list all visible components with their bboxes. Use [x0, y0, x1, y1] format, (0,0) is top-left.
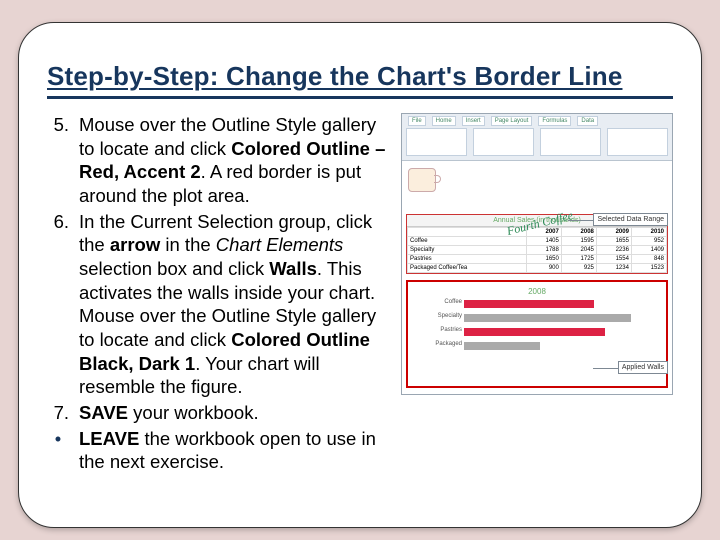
step-7: 7. SAVE your workbook. [47, 401, 393, 425]
step-5: 5. Mouse over the Outline Style gallery … [47, 113, 393, 208]
ribbon: File Home Insert Page Layout Formulas Data [402, 114, 672, 161]
ribbon-tab: File [408, 116, 426, 126]
content-columns: 5. Mouse over the Outline Style gallery … [47, 113, 673, 474]
bullet-body: LEAVE the workbook open to use in the ne… [79, 427, 393, 474]
ribbon-tab: Formulas [538, 116, 571, 126]
figure-column: File Home Insert Page Layout Formulas Data Fo… [401, 113, 673, 474]
callout-data-range: Selected Data Range [593, 213, 668, 226]
step-body: In the Current Selection group, click th… [79, 210, 393, 399]
step-number: 7. [47, 401, 69, 425]
chart-bar-row: Packaged [464, 342, 652, 350]
ribbon-tab: Page Layout [491, 116, 533, 126]
ribbon-tab: Data [577, 116, 598, 126]
chart-bar-row: Coffee [464, 300, 652, 308]
ribbon-tab: Insert [462, 116, 485, 126]
callout-leader [568, 220, 594, 221]
step-body: Mouse over the Outline Style gallery to … [79, 113, 393, 208]
chart-bars: Coffee Specialty Pastries Packaged [418, 300, 656, 360]
chart-bar-row: Specialty [464, 314, 652, 322]
callout-applied-walls: Applied Walls [618, 361, 668, 374]
ribbon-tab: Home [432, 116, 456, 126]
ribbon-groups [406, 128, 668, 156]
ribbon-group [540, 128, 601, 156]
ribbon-group [607, 128, 668, 156]
step-body: SAVE your workbook. [79, 401, 393, 425]
title-rule [47, 96, 673, 99]
leave-bullet: • LEAVE the workbook open to use in the … [47, 427, 393, 474]
ribbon-group [406, 128, 467, 156]
slide-card: Step-by-Step: Change the Chart's Border … [18, 22, 702, 528]
worksheet-area: Fourth Coffee Selected Data Range Annual… [402, 161, 672, 394]
step-list: 5. Mouse over the Outline Style gallery … [47, 113, 393, 425]
step-number: 5. [47, 113, 69, 208]
instruction-text: 5. Mouse over the Outline Style gallery … [47, 113, 393, 474]
step-6: 6. In the Current Selection group, click… [47, 210, 393, 399]
step-number: 6. [47, 210, 69, 399]
ribbon-group [473, 128, 534, 156]
callout-leader [593, 368, 619, 369]
ribbon-tabs: File Home Insert Page Layout Formulas Data [408, 116, 598, 126]
coffee-cup-icon [408, 168, 436, 192]
bullet-dot: • [47, 427, 69, 474]
chart-bar-row: Pastries [464, 328, 652, 336]
excel-screenshot: File Home Insert Page Layout Formulas Data Fo… [401, 113, 673, 395]
slide-title: Step-by-Step: Change the Chart's Border … [47, 61, 673, 92]
chart-year-title: 2008 [414, 288, 660, 296]
